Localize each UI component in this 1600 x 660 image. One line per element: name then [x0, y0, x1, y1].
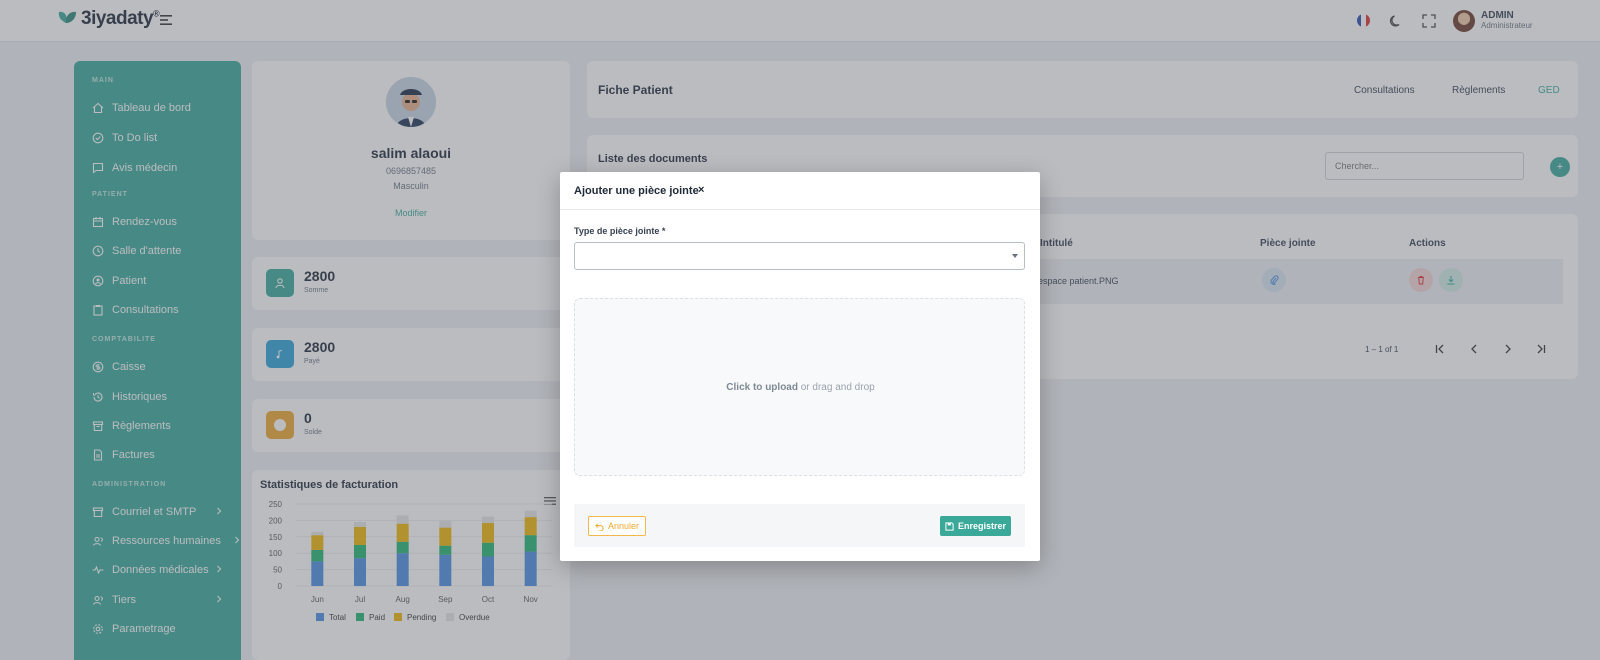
- save-button[interactable]: Enregistrer: [940, 516, 1011, 536]
- save-icon: [945, 521, 954, 531]
- attachment-type-label: Type de pièce jointe *: [574, 226, 666, 236]
- dropzone-text: Click to upload or drag and drop: [575, 382, 1026, 393]
- modal-title: Ajouter une pièce jointe: [574, 185, 699, 197]
- modal-header: Ajouter une pièce jointe ×: [560, 172, 1040, 210]
- chevron-down-icon: [1012, 254, 1018, 258]
- undo-icon: [595, 522, 604, 531]
- cancel-button[interactable]: Annuler: [588, 516, 646, 536]
- close-icon[interactable]: ×: [698, 184, 704, 196]
- upload-link-text[interactable]: Click to upload: [726, 382, 798, 393]
- save-label: Enregistrer: [957, 521, 1007, 531]
- cancel-label: Annuler: [607, 521, 640, 531]
- add-attachment-modal: Ajouter une pièce jointe × Type de pièce…: [560, 172, 1040, 561]
- attachment-type-select[interactable]: [574, 242, 1025, 270]
- file-dropzone[interactable]: Click to upload or drag and drop: [574, 298, 1025, 476]
- modal-footer: Annuler Enregistrer: [574, 504, 1025, 547]
- dropzone-hint: or drag and drop: [797, 382, 875, 393]
